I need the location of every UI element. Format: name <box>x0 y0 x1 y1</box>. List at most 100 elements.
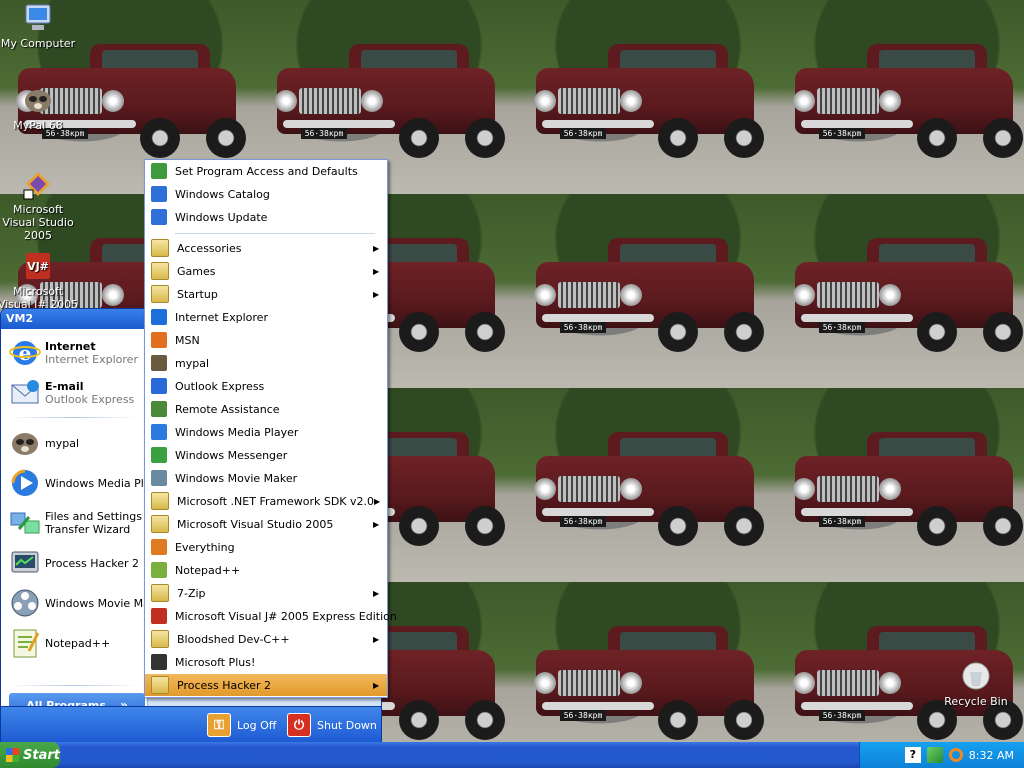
shut-down-button[interactable]: ⏻ Shut Down <box>287 713 377 737</box>
pinned-email[interactable]: E-mail Outlook Express <box>9 375 145 411</box>
desktop-icon-label: MyPal 68 <box>13 119 63 132</box>
pinned-internet[interactable]: e Internet Internet Explorer <box>9 335 145 371</box>
visual-studio-icon <box>22 168 54 200</box>
start-menu-left-pane: e Internet Internet Explorer E-mail Outl… <box>1 329 147 717</box>
visual-jsharp-icon: VJ# <box>22 250 54 282</box>
programs-menu-item-label: Microsoft Visual Studio 2005 <box>177 517 334 531</box>
folder-icon <box>151 285 169 303</box>
submenu-arrow-icon: ▶ <box>373 588 380 598</box>
programs-menu-item-windows-catalog[interactable]: Windows Catalog <box>145 183 387 205</box>
clock[interactable]: 8:32 AM <box>969 749 1014 762</box>
recent-item-notepadpp[interactable]: Notepad++ <box>9 625 145 661</box>
help-icon[interactable]: ? <box>904 747 921 763</box>
programs-menu-item-games[interactable]: Games ▶ <box>145 260 387 282</box>
windows-logo-icon <box>6 748 20 762</box>
programs-menu-item-accessories[interactable]: Accessories ▶ <box>145 237 387 259</box>
programs-menu-item-label: Notepad++ <box>175 563 241 577</box>
windows-update-icon <box>151 209 167 225</box>
movie-maker-icon <box>9 587 41 619</box>
programs-menu-item-everything[interactable]: Everything <box>145 536 387 558</box>
programs-menu-item-outlook-express[interactable]: Outlook Express <box>145 375 387 397</box>
submenu-arrow-icon: ▶ <box>373 289 380 299</box>
license-plate: 56·38кpm <box>819 322 865 333</box>
desktop-icon-label: Microsoft Visual Studio 2005 <box>2 203 74 242</box>
programs-menu-item-label: mypal <box>175 356 210 370</box>
start-menu-separator <box>9 417 139 418</box>
wallpaper-car-image: 56·38кpm <box>269 20 505 170</box>
programs-menu-item-windows-update[interactable]: Windows Update <box>145 206 387 228</box>
programs-menu-item-label: Bloodshed Dev-C++ <box>177 632 290 646</box>
recent-item-label: Notepad++ <box>45 636 111 650</box>
taskbar: Start ? 8:32 AM <box>0 742 1024 768</box>
programs-menu-separator <box>175 233 375 234</box>
programs-menu-item-microsoft-plus[interactable]: Microsoft Plus! <box>145 651 387 673</box>
programs-menu-item-set-program-access-and-defaults[interactable]: Set Program Access and Defaults <box>145 160 387 182</box>
programs-menu-item-internet-explorer[interactable]: Internet Explorer <box>145 306 387 328</box>
start-menu-separator <box>9 685 139 686</box>
recent-item-process-hacker[interactable]: Process Hacker 2 <box>9 545 145 581</box>
programs-menu-item-windows-messenger[interactable]: Windows Messenger <box>145 444 387 466</box>
folder-icon <box>151 492 169 510</box>
svg-text:e: e <box>19 341 32 365</box>
shut-down-label: Shut Down <box>317 718 377 732</box>
programs-menu-item-label: Windows Movie Maker <box>175 471 298 485</box>
internet-explorer-icon: e <box>9 337 41 369</box>
programs-menu-item-label: Microsoft .NET Framework SDK v2.0 <box>177 494 375 508</box>
wallpaper-car-image: 56·38кpm <box>787 408 1023 558</box>
start-button[interactable]: Start <box>0 742 60 768</box>
desktop-icon-mypal[interactable]: MyPal 68 <box>0 84 80 132</box>
wallpaper-car-image: 56·38кpm <box>528 20 764 170</box>
transfer-wizard-icon <box>9 507 41 539</box>
folder-icon <box>151 515 169 533</box>
programs-menu-item-microsoft-visual-j-2005-express-edition[interactable]: Microsoft Visual J# 2005 Express Edition <box>145 605 397 627</box>
desktop-icon-my-computer[interactable]: My Computer <box>0 2 80 50</box>
recent-item-media-player[interactable]: Windows Media Player <box>9 465 145 501</box>
programs-menu-item-label: Outlook Express <box>175 379 265 393</box>
submenu-arrow-icon: ▶ <box>374 496 381 506</box>
windows-media-player-icon <box>151 424 167 440</box>
programs-menu-item-remote-assistance[interactable]: Remote Assistance <box>145 398 387 420</box>
programs-menu-item-msn[interactable]: MSN <box>145 329 387 351</box>
programs-menu-item-process-hacker-2[interactable]: Process Hacker 2 ▶ <box>145 674 387 696</box>
license-plate: 56·38кpm <box>560 128 606 139</box>
internet-explorer-icon <box>151 309 167 325</box>
programs-menu-item-microsoft-visual-studio-2005[interactable]: Microsoft Visual Studio 2005 ▶ <box>145 513 387 535</box>
folder-icon <box>151 239 169 257</box>
submenu-arrow-icon: ▶ <box>373 519 380 529</box>
desktop-icon-recycle-bin[interactable]: Recycle Bin <box>934 660 1018 708</box>
programs-menu-item-bloodshed-dev-c[interactable]: Bloodshed Dev-C++ ▶ <box>145 628 387 650</box>
log-off-button[interactable]: ⚿ Log Off <box>207 713 276 737</box>
programs-menu-item-label: Microsoft Visual J# 2005 Express Edition <box>175 609 397 623</box>
programs-menu-item-label: Remote Assistance <box>175 402 280 416</box>
folder-icon <box>151 630 169 648</box>
pinned-subtitle: Internet Explorer <box>45 353 138 366</box>
wallpaper-car-image: 56·38кpm <box>787 214 1023 364</box>
recent-item-transfer-wizard[interactable]: Files and Settings Transfer Wizard <box>9 505 145 541</box>
recent-item-mypal[interactable]: mypal <box>9 425 145 461</box>
search-icon[interactable] <box>948 748 963 762</box>
power-icon: ⏻ <box>287 713 311 737</box>
programs-menu-item-label: Internet Explorer <box>175 310 268 324</box>
set-program-access-and-defaults-icon <box>151 163 167 179</box>
everything-icon <box>151 539 167 555</box>
recent-item-movie-maker[interactable]: Windows Movie Maker <box>9 585 145 621</box>
programs-menu-item-mypal[interactable]: mypal <box>145 352 387 374</box>
programs-menu-item-startup[interactable]: Startup ▶ <box>145 283 387 305</box>
programs-menu-item-label: Startup <box>177 287 218 301</box>
programs-menu-item-windows-media-player[interactable]: Windows Media Player <box>145 421 387 443</box>
programs-menu-item-notepad[interactable]: Notepad++ <box>145 559 387 581</box>
all-programs-menu: Set Program Access and Defaults Windows C… <box>144 159 397 698</box>
programs-menu-item-windows-movie-maker[interactable]: Windows Movie Maker <box>145 467 387 489</box>
mypal-icon <box>151 355 167 371</box>
desktop-icon-visual-studio[interactable]: Microsoft Visual Studio 2005 <box>0 168 80 242</box>
programs-menu-item-microsoft-net-framework-sdk-v2-0[interactable]: Microsoft .NET Framework SDK v2.0 ▶ <box>145 490 387 512</box>
license-plate: 56·38кpm <box>301 128 347 139</box>
programs-menu-item-label: Windows Media Player <box>175 425 299 439</box>
programs-menu-item-7-zip[interactable]: 7-Zip ▶ <box>145 582 387 604</box>
license-plate: 56·38кpm <box>560 710 606 721</box>
network-icon[interactable] <box>926 747 943 763</box>
license-plate: 56·38кpm <box>819 516 865 527</box>
recent-item-label: mypal <box>45 436 80 450</box>
programs-menu-item-label: Windows Catalog <box>175 187 270 201</box>
key-icon: ⚿ <box>207 713 231 737</box>
